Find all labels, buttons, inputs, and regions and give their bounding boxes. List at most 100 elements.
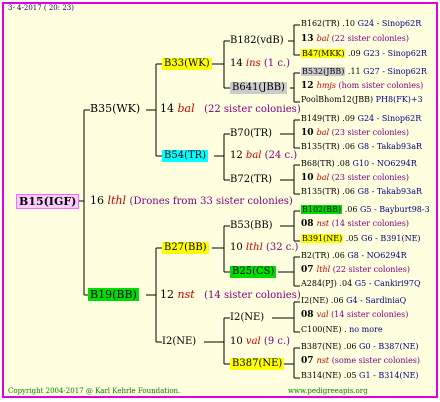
- gen4-row-drone[interactable]: 12 hmjs (hom sister colonies): [301, 82, 423, 91]
- footer-copyright: Copyright 2004-2017 @ Karl Kehrle Founda…: [8, 387, 181, 395]
- gen4-year: .10: [339, 19, 358, 28]
- gen4-year: .04: [336, 279, 355, 288]
- gen4-year: .06: [328, 296, 347, 305]
- gen4-drone-loc: hmjs: [316, 81, 339, 90]
- gen4-row-sire[interactable]: B162(TR) .10 G24 - Sinop62R: [301, 20, 421, 28]
- header-date: 3- 4-2017 ( 20: 23): [8, 4, 74, 12]
- gen4-row-dam[interactable]: PoolBhom12(JBB) PH8(FK)+3: [301, 96, 423, 104]
- gen4-year: .06: [339, 142, 358, 151]
- gen4-row-dam[interactable]: C100(NE) . no more: [301, 326, 383, 334]
- root-loc: lthl: [107, 194, 127, 207]
- gen4-year: .09: [339, 114, 358, 123]
- gen4-drone-note: (22 sister colonies): [332, 265, 410, 274]
- gen4-queen-name: B102(BB): [301, 205, 343, 214]
- gen4-row-drone[interactable]: 13 bal (22 sister colonies): [301, 35, 409, 44]
- gen2-d-loc: val: [245, 336, 261, 347]
- gen1-bot-note: (14 sister colonies): [204, 290, 301, 301]
- gen4-row-drone[interactable]: 10 bal (23 sister colonies): [301, 174, 409, 183]
- gen1-top-name[interactable]: B35(WK): [90, 103, 140, 114]
- gen4-row-dam[interactable]: B391(NE) .05 G6 - B391(NE): [301, 234, 421, 243]
- gen4-drone-loc: bal: [316, 34, 332, 43]
- gen4-year: .11: [345, 67, 364, 76]
- gen3-c1[interactable]: B53(BB): [230, 221, 273, 231]
- gen4-row-drone[interactable]: 10 bal (23 sister colonies): [301, 129, 409, 138]
- gen4-lineage-link[interactable]: G1 - B314(NE): [359, 371, 419, 380]
- gen4-lineage-link[interactable]: G5 - Bayburt98-3: [360, 205, 430, 214]
- gen4-row-drone[interactable]: 07 lthl (22 sister colonies): [301, 266, 410, 275]
- gen4-lineage-link[interactable]: G24 - Sinop62R: [358, 114, 422, 123]
- pedigree-frame: 3- 4-2017 ( 20: 23) B15(IGF) 16 lthl (Dr…: [2, 2, 438, 398]
- gen4-queen-name: PoolBhom12(JBB): [301, 95, 374, 104]
- gen4-lineage-link[interactable]: G8 - Takab93aR: [358, 142, 422, 151]
- gen4-queen-name: C100(NE): [301, 325, 342, 334]
- gen2-b-loc: bal: [245, 150, 262, 161]
- gen2-d-note: (9 c.): [263, 336, 291, 347]
- root-note: (Drones from 33 sister colonies): [129, 196, 293, 207]
- gen4-year: .05: [341, 371, 360, 380]
- gen3-b1[interactable]: B70(TR): [230, 129, 272, 139]
- gen4-drone-note: (some sister colonies): [331, 356, 421, 365]
- gen4-row-sire[interactable]: B2(TR) .06 G8 - NO6294R: [301, 252, 407, 260]
- gen2-a-note: (1 c.): [263, 58, 291, 69]
- gen4-row-dam[interactable]: A284(PJ) .04 G5 - Cankiri97Q: [301, 280, 421, 288]
- gen4-drone-note: (hom sister colonies): [338, 81, 424, 90]
- gen3-c2[interactable]: B25(CS): [230, 266, 277, 278]
- gen1-top-drone-info: 14 bal (22 sister colonies): [160, 103, 301, 115]
- gen4-queen-name: B68(TR): [301, 159, 335, 168]
- gen1-bot-num: 12: [160, 288, 174, 301]
- gen1-bot-name[interactable]: B19(BB): [88, 288, 139, 301]
- gen4-row-sire[interactable]: I2(NE) .06 G4 - SardiniaQ: [301, 297, 406, 305]
- gen3-b2[interactable]: B72(TR): [230, 175, 272, 185]
- gen2-d-num: 10: [230, 336, 243, 347]
- gen4-row-sire[interactable]: B387(NE) .06 G0 - B387(NE): [301, 343, 419, 351]
- gen2-c-name[interactable]: B27(BB): [162, 242, 209, 254]
- gen1-bot-drone-info: 12 nst (14 sister colonies): [160, 289, 301, 301]
- footer-site[interactable]: www.pedigreeapis.org: [288, 388, 368, 395]
- gen4-row-sire[interactable]: B68(TR) .08 G10 - NO6294R: [301, 160, 417, 168]
- gen4-lineage-link[interactable]: G24 - Sinop62R: [358, 19, 422, 28]
- gen4-lineage-link[interactable]: G27 - Sinop62R: [363, 67, 427, 76]
- gen2-d-drone-info: 10 val (9 c.): [230, 337, 290, 347]
- gen4-queen-name: B135(TR): [301, 142, 340, 151]
- gen4-row-dam[interactable]: B135(TR) .06 G8 - Takab93aR: [301, 143, 422, 151]
- gen4-lineage-link[interactable]: G10 - NO6294R: [352, 159, 416, 168]
- gen3-d1[interactable]: I2(NE): [230, 313, 264, 323]
- gen4-row-sire[interactable]: B102(BB) .06 G5 - Bayburt98-3: [301, 205, 430, 214]
- gen4-row-dam[interactable]: B135(TR) .06 G8 - Takab93aR: [301, 188, 422, 196]
- gen3-d2[interactable]: B387(NE): [230, 358, 285, 370]
- gen2-b-num: 12: [230, 150, 243, 161]
- gen3-a1[interactable]: B182(vdB): [230, 36, 284, 46]
- gen4-lineage-link[interactable]: G8 - Takab93aR: [358, 187, 422, 196]
- gen4-row-dam[interactable]: B47(MKK) .09 G23 - Sinop62R: [301, 49, 427, 58]
- gen4-lineage-link[interactable]: G23 - Sinop62R: [363, 49, 427, 58]
- gen3-a2[interactable]: B641(JBB): [230, 82, 287, 94]
- gen2-a-name[interactable]: B33(WK): [162, 58, 212, 70]
- gen4-lineage-link[interactable]: no more: [349, 325, 382, 334]
- gen4-drone-loc: nst: [316, 219, 332, 228]
- gen4-drone-note: (14 sister colonies): [331, 219, 409, 228]
- gen4-queen-name: B135(TR): [301, 187, 340, 196]
- gen2-b-drone-info: 12 bal (24 c.): [230, 151, 297, 161]
- gen4-drone-num: 07: [301, 265, 317, 275]
- gen4-row-dam[interactable]: B314(NE) .05 G1 - B314(NE): [301, 372, 419, 380]
- gen4-row-drone[interactable]: 07 nst (some sister colonies): [301, 357, 420, 366]
- gen4-year: .06: [329, 251, 348, 260]
- gen4-row-drone[interactable]: 08 val (14 sister colonies): [301, 311, 408, 320]
- gen4-lineage-link[interactable]: G6 - B391(NE): [361, 234, 421, 243]
- gen4-drone-note: (23 sister colonies): [331, 128, 409, 137]
- gen4-lineage-link[interactable]: G8 - NO6294R: [347, 251, 406, 260]
- gen4-lineage-link[interactable]: PH8(FK)+3: [376, 95, 423, 104]
- gen4-year: .: [341, 325, 350, 334]
- gen2-b-name[interactable]: B54(TR): [162, 150, 209, 162]
- gen2-d-name[interactable]: I2(NE): [162, 337, 196, 347]
- gen4-row-sire[interactable]: B532(JBB) .11 G27 - Sinop62R: [301, 67, 427, 76]
- gen4-lineage-link[interactable]: G4 - SardiniaQ: [346, 296, 406, 305]
- gen4-queen-name: B387(NE): [301, 342, 342, 351]
- gen4-drone-num: 08: [301, 219, 317, 229]
- gen2-c-note: (32 c.): [265, 242, 299, 253]
- gen4-lineage-link[interactable]: G0 - B387(NE): [359, 342, 419, 351]
- root-queen[interactable]: B15(IGF): [16, 194, 80, 209]
- gen4-row-sire[interactable]: B149(TR) .09 G24 - Sinop62R: [301, 115, 421, 123]
- gen4-row-drone[interactable]: 08 nst (14 sister colonies): [301, 220, 409, 229]
- gen4-lineage-link[interactable]: G5 - Cankiri97Q: [355, 279, 421, 288]
